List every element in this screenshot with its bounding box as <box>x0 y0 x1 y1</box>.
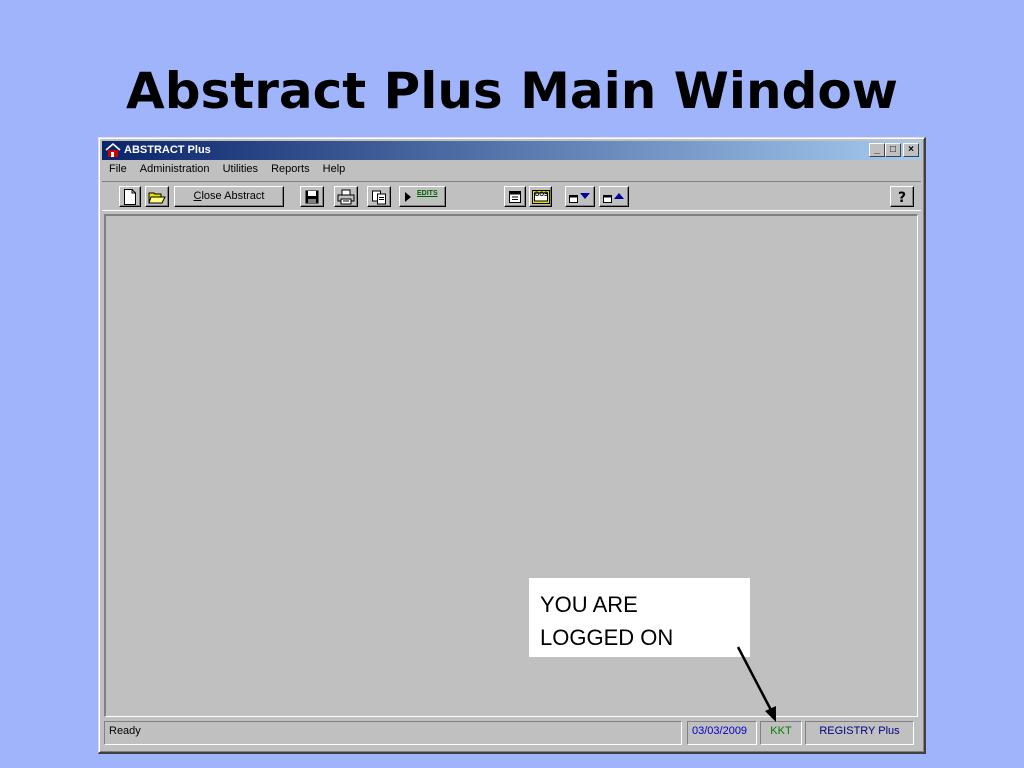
toolbar: Close Abstract EDITS DOS ? <box>102 181 921 211</box>
new-abstract-button[interactable] <box>119 186 141 207</box>
window-up-icon <box>603 192 624 203</box>
copy-button[interactable] <box>367 186 391 207</box>
title-bar[interactable]: ABSTRACT Plus _ □ × <box>102 141 921 160</box>
dos-button[interactable]: DOS <box>529 186 552 207</box>
help-icon: ? <box>898 190 906 205</box>
save-disk-icon <box>305 190 319 203</box>
callout-line-2: LOGGED ON <box>540 625 674 650</box>
close-abstract-button[interactable]: Close Abstract <box>174 186 284 207</box>
open-abstract-button[interactable] <box>145 186 169 207</box>
mdi-client-area[interactable] <box>104 214 918 717</box>
menu-utilities[interactable]: Utilities <box>219 161 264 175</box>
callout-arrow <box>736 646 776 722</box>
svg-text:?: ? <box>898 190 906 205</box>
logged-on-callout: YOU ARE LOGGED ON <box>529 578 750 657</box>
copy-icon <box>372 190 386 204</box>
menu-administration[interactable]: Administration <box>136 161 216 175</box>
notepad-icon <box>509 190 521 203</box>
window-controls: _ □ × <box>869 143 919 158</box>
minimize-button[interactable]: _ <box>869 143 885 157</box>
menu-reports[interactable]: Reports <box>267 161 316 175</box>
print-icon <box>337 189 355 204</box>
window-down-icon <box>569 192 590 203</box>
status-bar: Ready 03/03/2009 KKT REGISTRY Plus <box>104 721 916 745</box>
dos-label: DOS <box>535 192 549 198</box>
app-window: ABSTRACT Plus _ □ × File Administration … <box>98 137 926 754</box>
notepad-button[interactable] <box>504 186 526 207</box>
status-ready: Ready <box>104 721 682 745</box>
app-icon <box>105 143 121 158</box>
window-down-button[interactable] <box>565 186 595 207</box>
menu-bar: File Administration Utilities Reports He… <box>105 161 351 179</box>
close-abstract-label: lose Abstract <box>201 190 265 202</box>
callout-line-1: YOU ARE <box>540 592 638 617</box>
open-folder-icon <box>148 192 166 203</box>
maximize-button[interactable]: □ <box>885 143 901 157</box>
status-product: REGISTRY Plus <box>805 721 914 745</box>
new-document-icon <box>124 188 136 205</box>
help-button[interactable]: ? <box>890 186 914 207</box>
menu-file[interactable]: File <box>105 161 133 175</box>
edits-button[interactable]: EDITS <box>399 186 446 207</box>
save-button[interactable] <box>300 186 324 207</box>
menu-help[interactable]: Help <box>319 161 352 175</box>
window-up-button[interactable] <box>599 186 629 207</box>
window-title: ABSTRACT Plus <box>124 144 211 156</box>
slide-title: Abstract Plus Main Window <box>126 62 898 120</box>
edits-label: EDITS <box>417 190 438 197</box>
print-button[interactable] <box>334 186 358 207</box>
close-button[interactable]: × <box>903 143 919 157</box>
